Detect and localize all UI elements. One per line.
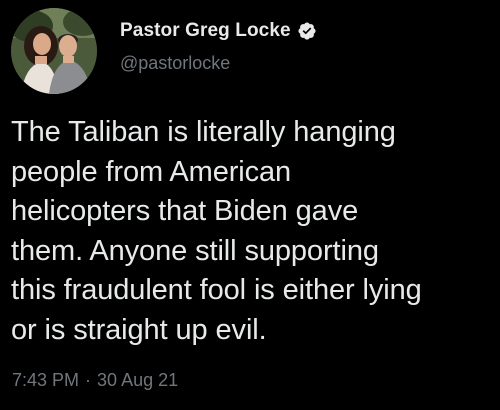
author-handle[interactable]: @pastorlocke — [120, 53, 317, 74]
name-row: Pastor Greg Locke — [120, 18, 317, 44]
tweet-text: The Taliban is literally hanging people … — [11, 116, 422, 346]
verified-badge-icon — [298, 22, 316, 40]
author-block: Pastor Greg Locke @pastorlocke — [120, 18, 317, 74]
meta-separator: · — [85, 370, 92, 390]
tweet-card: Pastor Greg Locke @pastorlocke The Talib… — [0, 0, 500, 410]
author-avatar[interactable] — [11, 8, 97, 94]
avatar-photo-icon — [11, 8, 97, 94]
author-display-name[interactable]: Pastor Greg Locke — [120, 20, 291, 42]
tweet-time[interactable]: 7:43 PM — [12, 370, 79, 391]
tweet-meta: 7:43 PM · 30 Aug 21 — [12, 370, 178, 391]
tweet-date[interactable]: 30 Aug 21 — [97, 370, 178, 391]
